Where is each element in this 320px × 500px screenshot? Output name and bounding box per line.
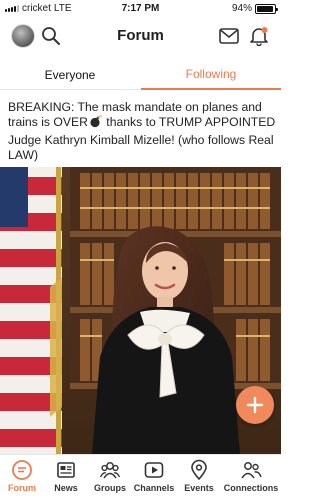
tab-everyone[interactable]: Everyone	[0, 60, 140, 90]
nav-label-groups: Groups	[93, 483, 126, 493]
tab-following[interactable]: Following	[141, 60, 281, 90]
american-flag	[0, 167, 62, 454]
location-pin-icon	[191, 459, 207, 481]
nav-item-events[interactable]: Events	[174, 459, 224, 493]
mail-icon[interactable]	[219, 28, 239, 49]
plus-icon	[246, 396, 264, 414]
notification-badge	[261, 27, 268, 33]
nav-item-forum[interactable]: Forum	[0, 459, 47, 493]
nav-label-channels: Channels	[133, 483, 175, 493]
newspaper-icon	[57, 462, 75, 478]
nav-label-events: Events	[184, 483, 214, 493]
post-text: BREAKING: The mask mandate on planes and…	[8, 100, 276, 164]
people-icon	[241, 462, 262, 479]
nav-item-news[interactable]: News	[41, 459, 91, 493]
nav-item-channels[interactable]: Channels	[129, 459, 179, 493]
forum-chat-icon	[12, 460, 32, 480]
app-header: Forum	[0, 18, 281, 54]
new-post-button[interactable]	[236, 386, 274, 424]
status-bar: cricket LTE 7:17 PM 94%	[0, 0, 281, 18]
bell-icon[interactable]	[249, 26, 269, 51]
bottom-nav: Forum News Groups Channels Events Connec…	[0, 454, 281, 500]
battery-icon	[255, 3, 278, 14]
battery-fill	[257, 5, 273, 12]
groups-icon	[99, 462, 121, 479]
bomb-icon	[89, 115, 102, 132]
play-icon	[144, 462, 164, 478]
battery-percent: 94%	[231, 3, 252, 14]
nav-label-forum: Forum	[8, 483, 36, 493]
nav-label-news: News	[54, 483, 78, 493]
nav-item-groups[interactable]: Groups	[85, 459, 135, 493]
feed-tabs: Everyone Following	[0, 60, 281, 90]
nav-label-connections: Connections	[223, 483, 279, 493]
nav-item-connections[interactable]: Connections	[223, 459, 279, 493]
status-right: 94%	[231, 3, 278, 14]
